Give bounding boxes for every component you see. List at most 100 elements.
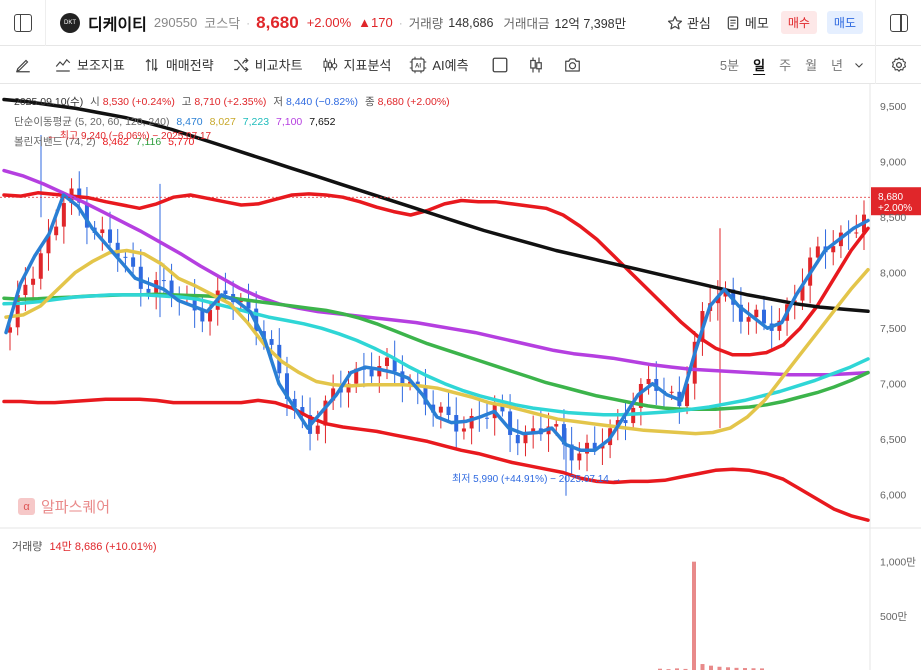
candle-body (461, 428, 466, 432)
draw-tool-button[interactable] (14, 56, 32, 74)
price-tag-value: 8,680 (878, 192, 903, 203)
volume-axis-label: 1,000만 (880, 557, 916, 569)
high-annotation-arrow: ← (47, 131, 57, 142)
high-annotation: ← 최고 9,240 (−6.06%) − 2025.07.17 (47, 127, 211, 142)
volume-axis-label: 500만 (880, 611, 908, 623)
candle-body (446, 406, 451, 416)
market-name: 코스닥 (204, 16, 241, 31)
candle-body (515, 434, 520, 444)
right-panel-toggle-button[interactable] (875, 0, 921, 46)
compare-button[interactable]: 비교차트 (232, 55, 303, 74)
candle-body (54, 226, 59, 236)
ai-predict-label: AI예측 (432, 58, 469, 73)
price-axis-label: 8,000 (880, 268, 906, 280)
period-1[interactable]: 일 (753, 55, 765, 74)
chart-toolbar: 보조지표 매매전략 비교차트 지표분석 AI AI예측 5분 일 주 월 년 (0, 45, 921, 84)
candle-body (815, 246, 820, 258)
candle-body (61, 203, 66, 227)
settings-button[interactable] (875, 45, 921, 84)
price-chart[interactable]: 8,680+2.00%9,5009,0008,5008,0007,5007,00… (0, 84, 921, 670)
close-label: 종 (364, 96, 375, 108)
ma60-value: 7,223 (242, 116, 270, 128)
price-axis-label: 8,500 (880, 212, 906, 224)
price-axis-label: 6,000 (880, 490, 906, 502)
gear-icon (891, 56, 906, 72)
chart-type-button[interactable] (527, 56, 545, 74)
candle-body (138, 266, 143, 289)
candle-body (485, 417, 490, 419)
analysis-button[interactable]: 지표분석 (321, 55, 392, 74)
volume-legend-label: 거래량 (12, 541, 43, 553)
low-label: 저 (273, 96, 284, 108)
memo-button[interactable]: 메모 (725, 13, 769, 32)
volume-legend: 거래량 14만 8,686 (+10.01%) (12, 538, 157, 554)
candle-body (131, 257, 136, 267)
candle-body (315, 425, 320, 434)
close-value: 8,680 (+2.00%) (377, 96, 450, 108)
volume-label: 거래량 (408, 17, 444, 31)
volume-legend-value: 14만 8,686 (+10.01%) (49, 541, 157, 553)
candle-body (223, 290, 228, 294)
stock-code: 290550 (153, 15, 198, 30)
strategy-button[interactable]: 매매전략 (143, 55, 214, 74)
candle-body (554, 424, 559, 427)
indicator-icon (55, 58, 71, 72)
indicator-label: 보조지표 (77, 58, 125, 73)
screenshot-button[interactable] (563, 56, 582, 74)
period-4[interactable]: 년 (831, 55, 843, 74)
candle-body (746, 317, 751, 322)
period-2[interactable]: 주 (779, 55, 791, 74)
company-logo: DKT (60, 12, 80, 33)
ohlc-legend: 2025.09.10(수) 시 8,530 (+0.24%) 고 8,710 (… (14, 94, 450, 109)
alphasquare-logo-icon: α (18, 498, 35, 515)
price-axis-label: 7,000 (880, 379, 906, 391)
pencil-icon (16, 59, 30, 72)
svg-text:AI: AI (415, 63, 421, 69)
square-icon (492, 57, 508, 72)
watchlist-button[interactable]: 관심 (667, 13, 711, 32)
change-amount: ▲170 (358, 15, 393, 30)
period-3[interactable]: 월 (805, 55, 817, 74)
amount-label: 거래대금 (503, 17, 550, 31)
stock-name[interactable]: 디케이티 (88, 11, 147, 35)
period-0[interactable]: 5분 (720, 55, 739, 74)
high-value: 8,710 (+2.35%) (194, 96, 267, 108)
price-axis-label: 9,000 (880, 157, 906, 169)
open-value: 8,530 (+0.24%) (102, 96, 175, 108)
candle-body (23, 284, 28, 296)
volume-value: 148,686 (448, 15, 494, 30)
watermark-text: 알파스퀘어 (41, 499, 111, 516)
volume-bar (700, 664, 705, 670)
candle-body (646, 378, 651, 384)
ohlc-date: 2025.09.10(수) (14, 96, 84, 108)
ai-predict-button[interactable]: AI AI예측 (409, 55, 469, 74)
low-annotation-text: 최저 5,990 (+44.91%) − 2025.07.14 (452, 474, 609, 485)
indicator-button[interactable]: 보조지표 (54, 55, 125, 74)
low-value: 8,440 (−0.82%) (285, 96, 359, 108)
price-axis-label: 7,500 (880, 323, 906, 335)
low-annotation: 최저 5,990 (+44.91%) − 2025.07.14 → (452, 470, 622, 485)
shuffle-icon (233, 57, 249, 72)
sell-button[interactable]: 매도 (826, 11, 863, 34)
candle-body (854, 232, 859, 234)
chevron-down-icon[interactable] (853, 59, 865, 71)
candle-body (123, 256, 128, 258)
candle-body (161, 280, 166, 282)
memo-label: 메모 (744, 16, 769, 31)
camera-icon (564, 57, 580, 72)
analysis-label: 지표분석 (343, 58, 392, 73)
layout-button[interactable] (491, 56, 509, 74)
candle-body (384, 357, 389, 367)
price-axis-label: 9,500 (880, 101, 906, 113)
candle-body (761, 309, 766, 324)
memo-icon (727, 15, 739, 30)
low-annotation-arrow: → (611, 474, 622, 485)
alphasquare-watermark: α 알파스퀘어 (18, 496, 110, 517)
high-annotation-text: 최고 9,240 (−6.06%) − 2025.07.17 (59, 131, 212, 142)
candle-body (100, 229, 105, 234)
candle-body (577, 453, 582, 461)
sidebar-toggle-button[interactable] (0, 0, 46, 46)
buy-button[interactable]: 매수 (780, 11, 817, 34)
candle-body (31, 278, 36, 285)
open-label: 시 (90, 96, 100, 108)
